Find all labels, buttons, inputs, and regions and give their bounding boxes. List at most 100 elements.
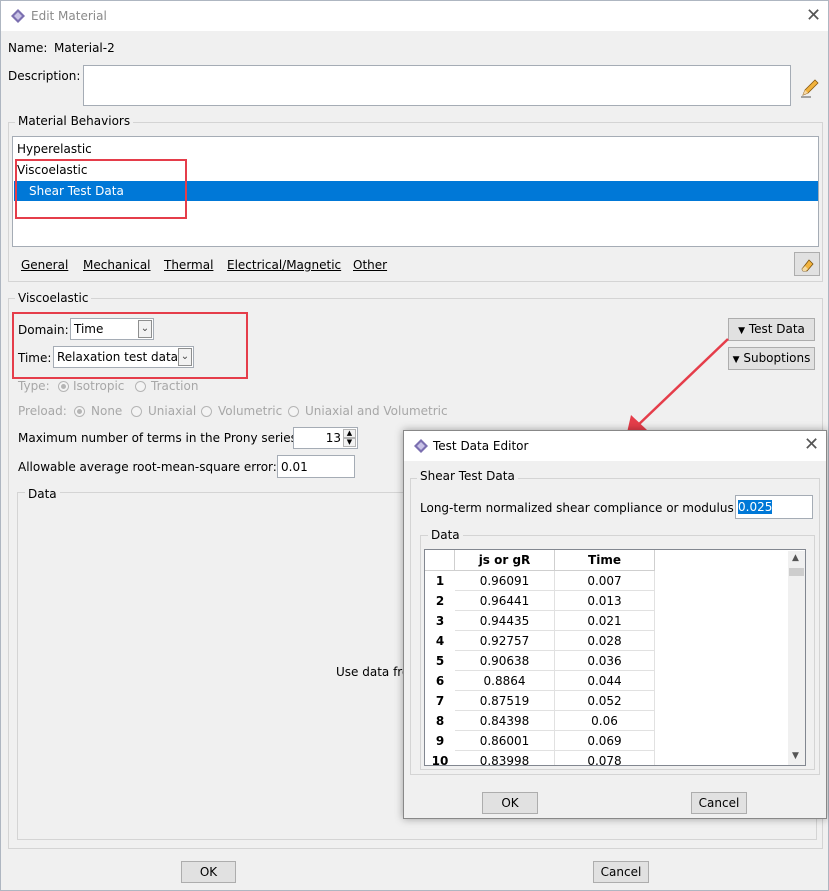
radio-volumetric[interactable]: [201, 406, 212, 417]
table-row[interactable]: 3 0.94435 0.021: [425, 611, 657, 631]
radio-traction[interactable]: [135, 381, 146, 392]
scroll-up-icon[interactable]: ▲: [792, 553, 799, 563]
row-number: 5: [435, 654, 445, 668]
menu-general[interactable]: General: [21, 258, 68, 272]
cancel-button[interactable]: Cancel: [593, 861, 649, 883]
cell-time[interactable]: 0.06: [555, 711, 655, 731]
cell-js-or-gr[interactable]: 0.90638: [455, 651, 555, 671]
table-row[interactable]: 4 0.92757 0.028: [425, 631, 657, 651]
rms-value: 0.01: [281, 460, 308, 474]
type-option-traction: Traction: [151, 379, 199, 393]
row-number: 8: [435, 714, 445, 728]
prony-stepper[interactable]: 13 ▲ ▼: [293, 427, 358, 449]
table-row[interactable]: 8 0.84398 0.06: [425, 711, 657, 731]
cell-js-or-gr[interactable]: 0.94435: [455, 611, 555, 631]
radio-uniaxial-volumetric[interactable]: [288, 406, 299, 417]
suboptions-button[interactable]: ▼ Suboptions: [728, 347, 815, 370]
annotation-arrow: [626, 338, 729, 437]
longterm-field[interactable]: 0.025: [735, 495, 813, 519]
scroll-thumb[interactable]: [789, 568, 804, 576]
title-bar: Edit Material ✕: [1, 1, 828, 31]
rms-label: Allowable average root-mean-square error…: [18, 460, 277, 474]
cell-js-or-gr[interactable]: 0.96091: [455, 571, 555, 591]
description-field[interactable]: [83, 65, 791, 106]
popup-data-title: Data: [428, 528, 463, 542]
rms-field[interactable]: 0.01: [277, 455, 355, 478]
cell-time[interactable]: 0.021: [555, 611, 655, 631]
description-label: Description:: [8, 69, 81, 83]
radio-isotropic[interactable]: [58, 381, 69, 392]
test-data-button[interactable]: ▼ Test Data: [728, 318, 815, 341]
cell-js-or-gr[interactable]: 0.92757: [455, 631, 555, 651]
menu-mechanical[interactable]: Mechanical: [83, 258, 151, 272]
cell-time[interactable]: 0.052: [555, 691, 655, 711]
table-row[interactable]: 9 0.86001 0.069: [425, 731, 657, 751]
scroll-down-icon[interactable]: ▼: [792, 751, 799, 761]
test-data-table[interactable]: js or gR Time 1 0.96091 0.007 2 0.96441 0.013…: [424, 549, 806, 766]
spinner-up-icon[interactable]: ▲: [343, 429, 356, 438]
menu-electrical-magnetic[interactable]: Electrical/Magnetic: [227, 258, 341, 272]
longterm-value: 0.025: [738, 500, 773, 514]
preload-option-none: None: [91, 404, 123, 418]
popup-ok-button[interactable]: OK: [482, 792, 538, 814]
spinner-down-icon[interactable]: ▼: [343, 438, 356, 447]
cell-time[interactable]: 0.028: [555, 631, 655, 651]
radio-none[interactable]: [74, 406, 85, 417]
close-icon[interactable]: ✕: [804, 436, 819, 454]
preload-option-uniaxial: Uniaxial: [148, 404, 197, 418]
abaqus-app-icon: [11, 9, 25, 23]
table-corner: [425, 550, 455, 571]
close-icon[interactable]: ✕: [806, 7, 821, 25]
row-number: 4: [435, 634, 445, 648]
cell-time[interactable]: 0.078: [555, 751, 655, 765]
prony-value: 13: [325, 431, 341, 445]
cell-js-or-gr[interactable]: 0.87519: [455, 691, 555, 711]
row-number: 1: [435, 574, 445, 588]
table-row[interactable]: 10 0.83998 0.078: [425, 751, 657, 766]
annotation-box-domain: [12, 312, 248, 379]
row-number: 10: [431, 754, 449, 766]
material-behaviors-title: Material Behaviors: [15, 114, 134, 128]
cell-js-or-gr[interactable]: 0.8864: [455, 671, 555, 691]
viscoelastic-title: Viscoelastic: [15, 291, 92, 305]
table-row[interactable]: 5 0.90638 0.036: [425, 651, 657, 671]
ok-button[interactable]: OK: [181, 861, 236, 883]
column-header-js-or-gr[interactable]: js or gR: [455, 550, 555, 571]
popup-cancel-button[interactable]: Cancel: [691, 792, 747, 814]
preload-label: Preload:: [18, 404, 67, 418]
popup-title-bar: Test Data Editor ✕: [404, 431, 826, 461]
preload-option-uniaxial-volumetric: Uniaxial and Volumetric: [305, 404, 448, 418]
test-data-editor-dialog: Test Data Editor ✕ Shear Test Data Long-…: [403, 430, 827, 819]
cell-time[interactable]: 0.044: [555, 671, 655, 691]
row-number: 7: [435, 694, 445, 708]
cell-js-or-gr[interactable]: 0.96441: [455, 591, 555, 611]
cell-time[interactable]: 0.069: [555, 731, 655, 751]
cell-time[interactable]: 0.036: [555, 651, 655, 671]
cell-time[interactable]: 0.007: [555, 571, 655, 591]
cell-js-or-gr[interactable]: 0.83998: [455, 751, 555, 765]
annotation-box-behaviors: [15, 159, 187, 219]
longterm-label: Long-term normalized shear compliance or…: [420, 501, 738, 515]
table-scrollbar[interactable]: ▲ ▼: [788, 551, 805, 765]
radio-uniaxial[interactable]: [131, 406, 142, 417]
table-row[interactable]: 2 0.96441 0.013: [425, 591, 657, 611]
type-option-isotropic: Isotropic: [73, 379, 125, 393]
window-title: Edit Material: [31, 9, 107, 23]
cell-js-or-gr[interactable]: 0.86001: [455, 731, 555, 751]
cell-js-or-gr[interactable]: 0.84398: [455, 711, 555, 731]
menu-thermal[interactable]: Thermal: [164, 258, 213, 272]
table-row[interactable]: 6 0.8864 0.044: [425, 671, 657, 691]
type-label: Type:: [18, 379, 50, 393]
menu-other[interactable]: Other: [353, 258, 387, 272]
behavior-item-hyperelastic[interactable]: Hyperelastic: [17, 142, 92, 156]
table-rows: 1 0.96091 0.007 2 0.96441 0.013 3 0.94435 0.021 4…: [425, 571, 657, 766]
name-value: Material-2: [54, 41, 115, 55]
test-data-button-label: Test Data: [748, 322, 805, 336]
preload-option-volumetric: Volumetric: [218, 404, 283, 418]
column-header-time[interactable]: Time: [555, 550, 655, 571]
table-row[interactable]: 1 0.96091 0.007: [425, 571, 657, 591]
table-row[interactable]: 7 0.87519 0.052: [425, 691, 657, 711]
pencil-icon[interactable]: [799, 77, 821, 99]
eraser-button[interactable]: [794, 252, 820, 276]
cell-time[interactable]: 0.013: [555, 591, 655, 611]
